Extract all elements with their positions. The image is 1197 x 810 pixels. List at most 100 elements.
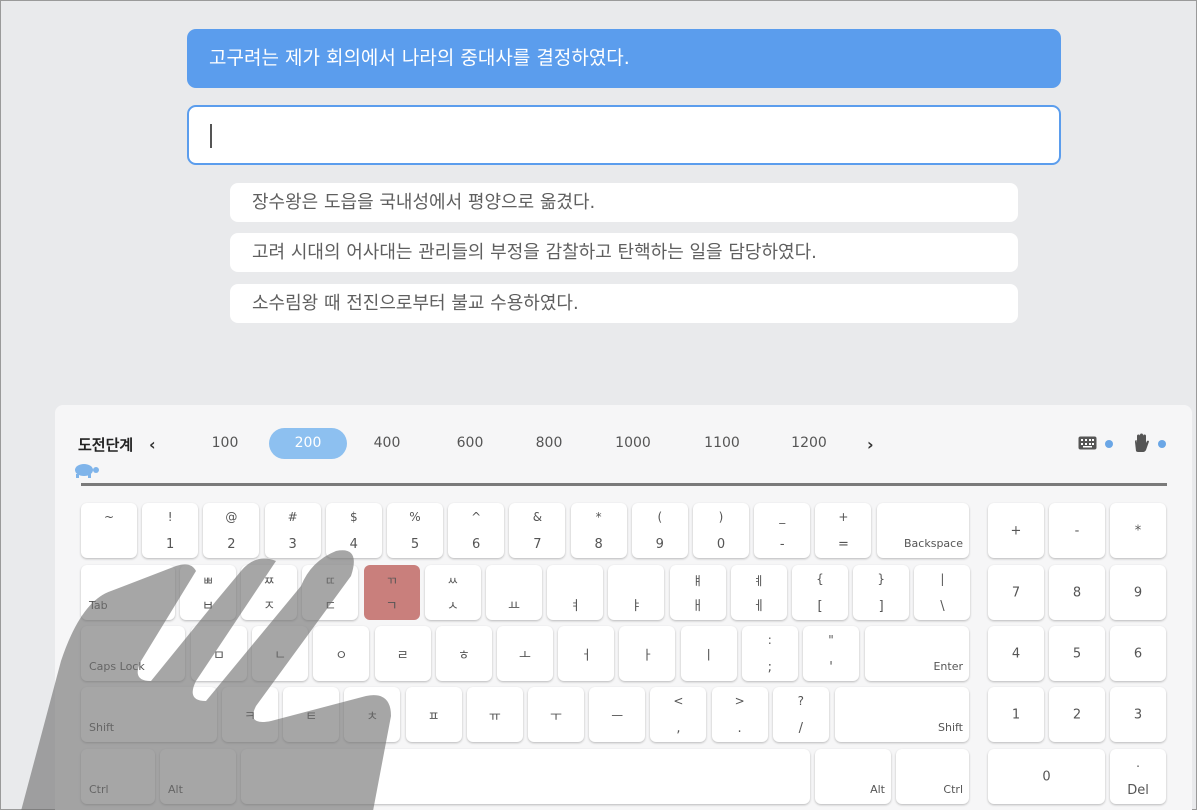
key-row4-6[interactable]: ㅡ — [589, 687, 646, 742]
key-row4-5[interactable]: ㅜ — [528, 687, 584, 742]
hand-icon[interactable] — [1132, 433, 1150, 453]
key-row3-6-mid: ㅓ — [580, 648, 593, 663]
key-row3-1[interactable]: ㄴ — [252, 626, 309, 681]
level-1100[interactable]: 1100 — [683, 428, 761, 459]
numpad-r4-0[interactable]: 1 — [988, 687, 1044, 742]
key-row2-10-top: { — [816, 572, 824, 586]
key-row4-1[interactable]: ㅌ — [283, 687, 340, 742]
key-row1-1[interactable]: ! 1 — [142, 503, 199, 558]
key-tab[interactable]: Tab — [81, 565, 175, 620]
level-1000[interactable]: 1000 — [594, 428, 672, 459]
key-row4-4[interactable]: ㅠ — [466, 687, 523, 742]
level-prev-arrow[interactable]: ‹ — [149, 435, 156, 454]
numpad-r1-1-mid: - — [1074, 523, 1080, 538]
key-row1-12[interactable]: + = — [815, 503, 872, 558]
key-row2-12[interactable]: | \ — [914, 565, 971, 620]
key-row2-1[interactable]: ㅉㅈ — [241, 565, 298, 620]
numpad-del[interactable]: . Del — [1110, 749, 1166, 804]
key-row4-7[interactable]: <, — [650, 687, 707, 742]
key-row3-4[interactable]: ㅎ — [435, 626, 492, 681]
numpad-r4-0-mid: 1 — [1011, 707, 1021, 722]
key-backspace[interactable]: Backspace — [877, 503, 969, 558]
key-alt-right-lbl-r: Alt — [870, 783, 885, 796]
numpad-r4-1[interactable]: 2 — [1049, 687, 1105, 742]
level-800[interactable]: 800 — [510, 428, 588, 459]
key-row3-0[interactable]: ㅁ — [191, 626, 247, 681]
key-row3-6[interactable]: ㅓ — [558, 626, 615, 681]
key-row1-4[interactable]: $4 — [325, 503, 382, 558]
keyboard-icon[interactable] — [1078, 436, 1098, 451]
key-row4-7-top: < — [673, 694, 684, 708]
key-row2-6[interactable]: ㅕ — [547, 565, 604, 620]
level-100[interactable]: 100 — [186, 428, 264, 459]
key-row3-10[interactable]: " ' — [803, 626, 859, 681]
key-row2-5[interactable]: ㅛ — [486, 565, 542, 620]
key-row1-7[interactable]: & 7 — [509, 503, 566, 558]
key-row3-9[interactable]: :; — [741, 626, 798, 681]
key-row2-3[interactable]: ㄲㄱ — [363, 565, 420, 620]
key-row3-8[interactable]: ㅣ — [680, 626, 737, 681]
key-row4-9[interactable]: ? / — [772, 687, 829, 742]
key-row2-4[interactable]: ㅆㅅ — [424, 565, 481, 620]
key-row2-0[interactable]: ㅃㅂ — [180, 565, 236, 620]
key-row3-5[interactable]: ㅗ — [497, 626, 553, 681]
key-row2-8[interactable]: ㅒㅐ — [669, 565, 726, 620]
numpad-r3-1[interactable]: 5 — [1049, 626, 1105, 681]
key-ctrl-left[interactable]: Ctrl — [81, 749, 155, 804]
key-row3-7[interactable]: ㅏ — [619, 626, 676, 681]
level-1200[interactable]: 1200 — [770, 428, 848, 459]
key-row2-2[interactable]: ㄸㄷ — [302, 565, 359, 620]
key-row2-10[interactable]: {[ — [792, 565, 848, 620]
key-row1-9[interactable]: (9 — [631, 503, 688, 558]
key-row1-3[interactable]: #3 — [264, 503, 321, 558]
numpad-r2-0[interactable]: 7 — [988, 565, 1044, 620]
numpad-r4-2[interactable]: 3 — [1110, 687, 1166, 742]
level-200[interactable]: 200 — [269, 428, 347, 459]
level-next-arrow[interactable]: › — [867, 435, 874, 454]
key-caps-lock[interactable]: Caps Lock — [81, 626, 185, 681]
key-row1-2[interactable]: @2 — [203, 503, 260, 558]
key-row1-10-bot: 0 — [716, 537, 726, 552]
key-row4-0[interactable]: ㅋ — [222, 687, 278, 742]
key-row1-0[interactable]: ~ — [81, 503, 137, 558]
key-row3-2[interactable]: ㅇ — [313, 626, 370, 681]
key-row1-8-top: * — [595, 510, 602, 524]
key-row1-8[interactable]: * 8 — [570, 503, 627, 558]
key-row3-3-mid: ㄹ — [396, 648, 409, 663]
keyboard-toggle-dot[interactable] — [1105, 440, 1113, 448]
numpad-r2-1[interactable]: 8 — [1049, 565, 1105, 620]
key-row1-5[interactable]: % 5 — [387, 503, 443, 558]
key-ctrl-right[interactable]: Ctrl — [896, 749, 969, 804]
key-alt-left[interactable]: Alt — [160, 749, 236, 804]
numpad-r2-2[interactable]: 9 — [1110, 565, 1166, 620]
numpad-r3-0[interactable]: 4 — [988, 626, 1044, 681]
key-row3-10-top: " — [828, 633, 834, 647]
numpad-zero[interactable]: 0 — [988, 749, 1105, 804]
key-row1-11-bot: - — [779, 537, 785, 552]
typing-input[interactable] — [187, 105, 1061, 165]
key-row3-3[interactable]: ㄹ — [374, 626, 431, 681]
key-row4-2[interactable]: ㅊ — [344, 687, 401, 742]
numpad-r1-2[interactable]: * — [1110, 503, 1166, 558]
key-row1-10[interactable]: ) 0 — [693, 503, 749, 558]
key-row4-3[interactable]: ㅍ — [405, 687, 462, 742]
key-row3-9-top: : — [767, 633, 772, 647]
key-row1-11[interactable]: _ - — [754, 503, 811, 558]
numpad-r1-0[interactable]: + — [988, 503, 1044, 558]
key-row2-11[interactable]: }] — [853, 565, 910, 620]
key-space[interactable] — [241, 749, 810, 804]
key-row1-6[interactable]: ^ 6 — [448, 503, 505, 558]
hand-toggle-dot[interactable] — [1158, 440, 1166, 448]
level-400[interactable]: 400 — [348, 428, 426, 459]
key-row2-9[interactable]: ㅖㅔ — [730, 565, 787, 620]
key-enter[interactable]: Enter — [865, 626, 969, 681]
key-row4-8-top: > — [734, 694, 745, 708]
level-600[interactable]: 600 — [431, 428, 509, 459]
key-row2-7[interactable]: ㅑ — [608, 565, 665, 620]
key-shift-right[interactable]: Shift — [835, 687, 969, 742]
key-shift-left[interactable]: Shift — [81, 687, 217, 742]
key-alt-right[interactable]: Alt — [815, 749, 891, 804]
numpad-r1-1[interactable]: - — [1049, 503, 1105, 558]
key-row4-8[interactable]: >. — [711, 687, 768, 742]
numpad-r3-2[interactable]: 6 — [1110, 626, 1166, 681]
